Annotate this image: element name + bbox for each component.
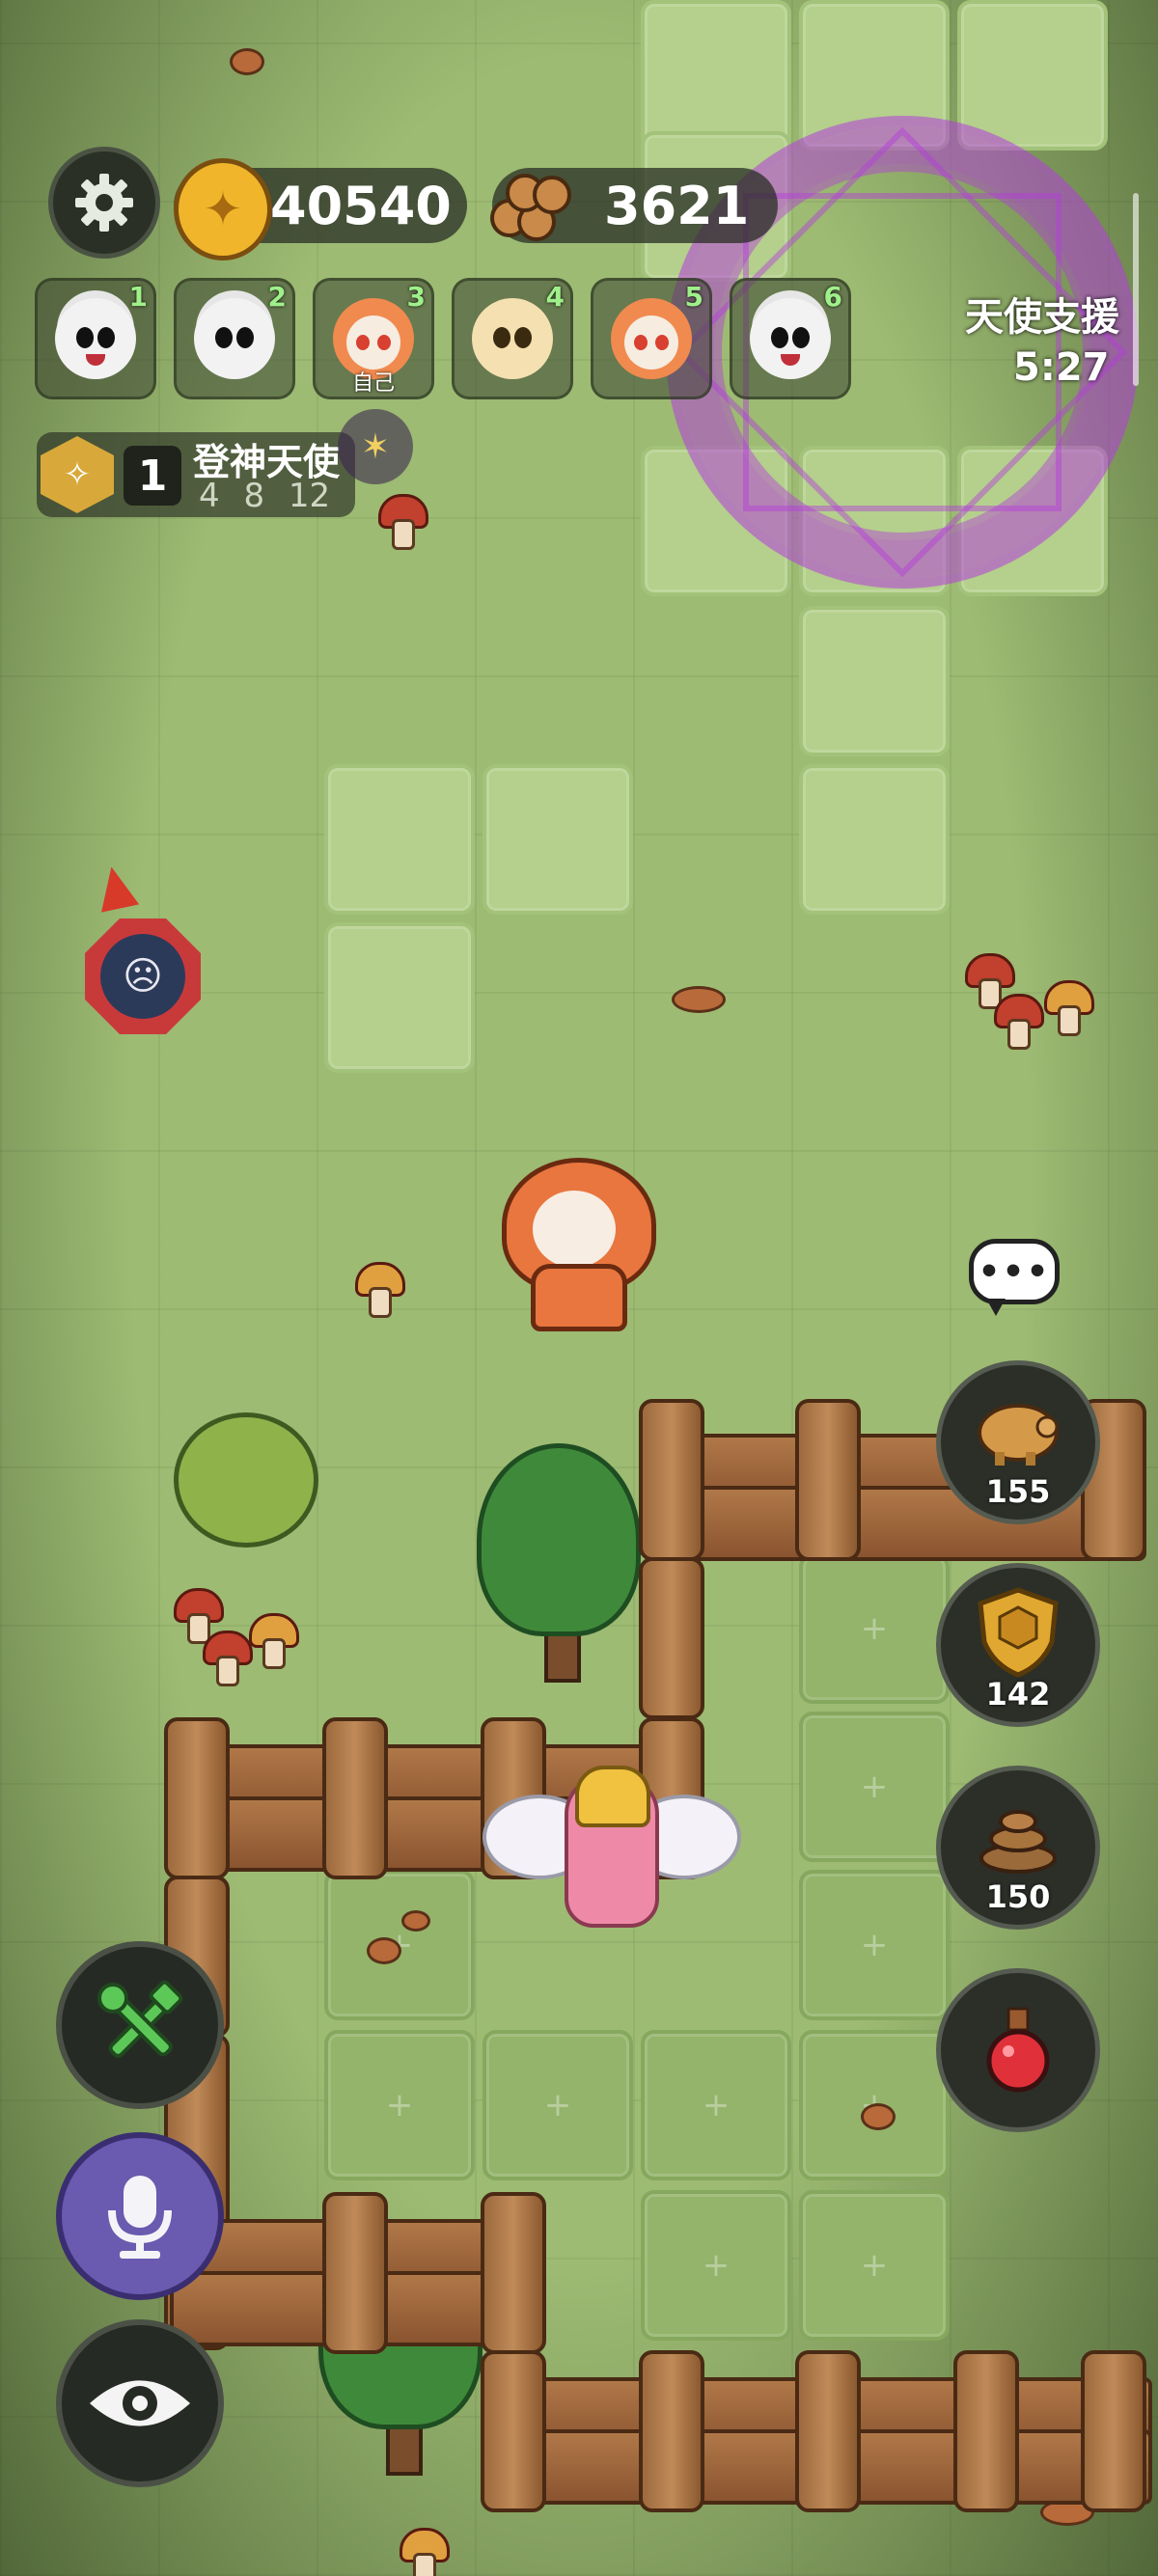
player-slot-number: 6: [823, 281, 842, 313]
plus-icon: +: [702, 2086, 731, 2124]
gear-icon: [75, 174, 133, 232]
chat-bubble-icon: •••: [969, 1239, 1060, 1304]
pebble: [861, 2103, 896, 2130]
player-slot-3[interactable]: 3 自己: [313, 278, 434, 399]
build-button[interactable]: [56, 1941, 224, 2109]
player-character[interactable]: [502, 1158, 656, 1331]
fence-post: [322, 1717, 388, 1879]
empty-plot-tile[interactable]: +: [799, 1712, 950, 1862]
wood-icon: [486, 162, 579, 247]
tools-icon: [97, 1980, 183, 2058]
enemy-marker[interactable]: ☹: [85, 918, 201, 1034]
pebble: [367, 1937, 401, 1964]
tree: [477, 1443, 641, 1685]
fence-post: [953, 2350, 1019, 2512]
empty-plot-tile[interactable]: +: [799, 1553, 950, 1704]
angel-portrait-icon[interactable]: ✶: [338, 409, 413, 484]
rank-steps: 4 8 12: [199, 477, 330, 515]
plus-icon: +: [385, 2086, 414, 2124]
fence-post: [795, 1399, 861, 1561]
player-slot-number: 3: [406, 281, 426, 313]
rank-step: 4: [199, 477, 220, 515]
chat-button[interactable]: •••: [969, 1239, 1060, 1316]
player-slot-number: 1: [128, 281, 148, 313]
fence-post: [639, 1557, 704, 1719]
settings-button[interactable]: [48, 147, 160, 259]
pebble: [672, 986, 726, 1013]
stone-tile: [799, 606, 950, 756]
player-slot-5[interactable]: 5: [591, 278, 712, 399]
microphone-icon: [108, 2176, 172, 2259]
fence-post: [481, 2192, 546, 2354]
fence-post: [322, 2192, 388, 2354]
angel-support-timer: 5:27: [1013, 345, 1110, 390]
shield-count: 142: [985, 1676, 1051, 1713]
fence-post: [164, 1717, 230, 1879]
eye-icon: [89, 2380, 191, 2426]
fence-post: [639, 1399, 704, 1561]
stone-tile: [799, 764, 950, 915]
plus-icon: +: [860, 2246, 889, 2285]
chick-avatar-icon: [472, 298, 553, 379]
player-slot-2[interactable]: 2: [174, 278, 295, 399]
plus-icon: +: [860, 1609, 889, 1648]
player-slot-number: 4: [545, 281, 565, 313]
potion-button[interactable]: [936, 1968, 1100, 2132]
wood-amount: 3621: [604, 175, 750, 236]
empty-plot-tile[interactable]: +: [482, 2030, 633, 2180]
player-slot-number: 5: [684, 281, 703, 313]
bear-hood-avatar-icon: [611, 298, 692, 379]
piggy-bank-count: 155: [985, 1473, 1051, 1510]
plus-icon: +: [860, 1926, 889, 1964]
empty-plot-tile[interactable]: +: [641, 2030, 791, 2180]
fence-post: [795, 2350, 861, 2512]
angel-support-title: 天使支援: [965, 295, 1119, 340]
shield-icon: [966, 1587, 1070, 1678]
stone-tile: [324, 764, 475, 915]
enemy-face-icon: ☹: [100, 934, 185, 1019]
player-slot-6[interactable]: 6: [730, 278, 851, 399]
empty-plot-tile[interactable]: +: [799, 2190, 950, 2341]
pebble: [401, 1910, 430, 1932]
potion-icon: [966, 2006, 1070, 2093]
player-slot-1[interactable]: 1: [35, 278, 156, 399]
sheep-avatar-icon: [750, 298, 831, 379]
stone-tile: [641, 0, 791, 151]
empty-plot-tile[interactable]: +: [799, 1870, 950, 2020]
fence-post: [1081, 2350, 1146, 2512]
piggy-bank-button[interactable]: 155: [936, 1360, 1100, 1524]
poop-icon: [966, 1792, 1070, 1878]
poop-button[interactable]: 150: [936, 1766, 1100, 1930]
plus-icon: +: [702, 2246, 731, 2285]
scroll-indicator: [1133, 193, 1139, 386]
view-toggle-button[interactable]: [56, 2319, 224, 2487]
fence-post: [481, 2350, 546, 2512]
plus-icon: +: [543, 2086, 572, 2124]
poop-count: 150: [985, 1878, 1051, 1915]
stone-tile: [324, 922, 475, 1073]
fence-post: [639, 2350, 704, 2512]
rank-step: 8: [243, 477, 265, 515]
coin-icon: ✦: [174, 158, 272, 260]
rank-level: 1: [124, 446, 181, 506]
rank-step: 12: [288, 477, 331, 515]
player-slot-4[interactable]: 4: [452, 278, 573, 399]
angel-guardian[interactable]: [482, 1756, 741, 1949]
empty-plot-tile[interactable]: +: [324, 2030, 475, 2180]
sheep-avatar-icon: [55, 298, 136, 379]
pebble: [230, 48, 264, 75]
game-stage[interactable]: + + + + + + + + + +: [0, 0, 1158, 2576]
empty-plot-tile[interactable]: +: [641, 2190, 791, 2341]
coin-amount: 40540: [270, 175, 452, 236]
bush: [174, 1412, 318, 1548]
piggy-bank-icon: [966, 1386, 1070, 1473]
player-self-label: 自己: [351, 371, 395, 396]
shield-button[interactable]: 142: [936, 1563, 1100, 1727]
sheep-avatar-icon: [194, 298, 275, 379]
plus-icon: +: [860, 1768, 889, 1806]
player-slot-number: 2: [267, 281, 287, 313]
stone-tile: [482, 764, 633, 915]
voice-button[interactable]: [56, 2132, 224, 2300]
